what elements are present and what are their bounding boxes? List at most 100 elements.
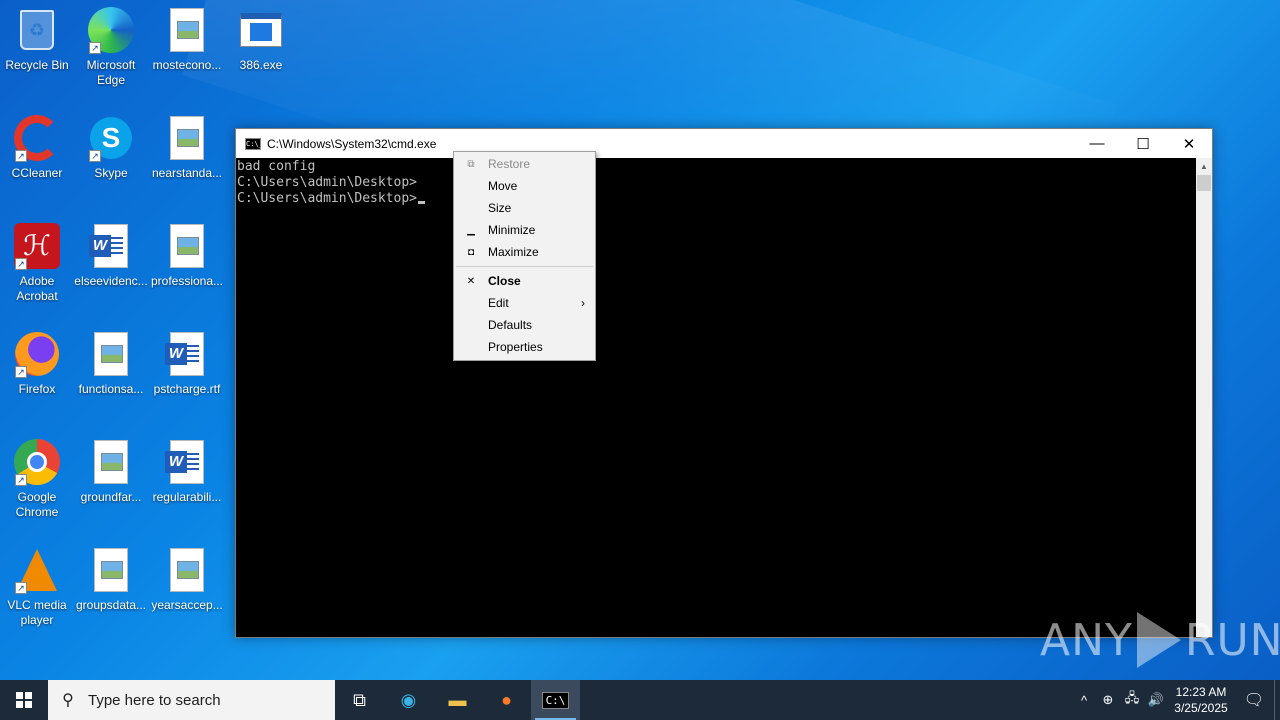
image-file-icon [87, 330, 135, 378]
desktop-icon-label: pstcharge.rtf [153, 382, 221, 396]
desktop-icon[interactable]: mosteconо... [150, 6, 224, 73]
menu-item-edit[interactable]: Edit › [454, 292, 595, 314]
menu-item-close[interactable]: ✕ Close [454, 270, 595, 292]
desktop-icon[interactable]: S ↗ Skype [74, 114, 148, 181]
desktop-icon[interactable]: Welseevidenc... [74, 222, 148, 289]
desktop-icon[interactable]: Wpstcharge.rtf [150, 330, 224, 397]
system-menu: ⧉ Restore Move Size ▁ Minimize ◘ Maximize ✕ Close… [453, 151, 596, 361]
close-button[interactable]: ✕ [1166, 129, 1212, 158]
search-placeholder: Type here to search [88, 691, 221, 709]
desktop-icon-label: Firefox [18, 382, 56, 396]
desktop-icon[interactable]: professiona... [150, 222, 224, 289]
desktop-icon-label: Google Chrome [15, 490, 59, 519]
desktop-icon[interactable]: functionsa... [74, 330, 148, 397]
cmd-window[interactable]: C:\_ C:\Windows\System32\cmd.exe — ☐ ✕ b… [235, 128, 1213, 638]
volume-icon[interactable]: 🔊 [1144, 692, 1168, 708]
cmd-app-icon[interactable]: C:\_ [245, 137, 263, 150]
vlc-icon: ↗ [13, 546, 61, 594]
taskbar-firefox[interactable]: ● [482, 680, 531, 720]
menu-item-label: Edit [488, 296, 509, 310]
taskbar-search[interactable]: ⚲ Type here to search [48, 680, 335, 720]
desktop-icon-label: Microsoft Edge [86, 58, 136, 87]
desktop-icon[interactable]: yearsaccep... [150, 546, 224, 613]
desktop-icon[interactable]: ℋ ↗ Adobe Acrobat [0, 222, 74, 304]
image-file-icon [163, 222, 211, 270]
taskbar: ⚲ Type here to search ⧉ ◉ ▬ ● C:\ ^ ⊕ 🖧 … [0, 680, 1280, 720]
desktop-icon[interactable]: ↗ Google Chrome [0, 438, 74, 520]
console-prompt-line: C:\Users\admin\Desktop> [237, 191, 1197, 207]
desktop-icon[interactable]: groupsdata... [74, 546, 148, 613]
desktop-icon[interactable]: ↗ Firefox [0, 330, 74, 397]
start-button[interactable] [0, 680, 48, 720]
shortcut-arrow-icon: ↗ [15, 582, 27, 594]
tray-app-icon[interactable]: ⊕ [1096, 692, 1120, 708]
desktop-icon-label: Skype [94, 166, 128, 180]
maximize-button[interactable]: ☐ [1120, 129, 1166, 158]
minimize-button[interactable]: — [1074, 129, 1120, 158]
clock[interactable]: 12:23 AM 3/25/2025 [1168, 684, 1234, 716]
shortcut-arrow-icon: ↗ [15, 366, 27, 378]
vertical-scrollbar[interactable]: ▲ [1196, 158, 1212, 637]
maximize-icon: ◘ [467, 246, 475, 258]
show-desktop-button[interactable] [1274, 680, 1280, 720]
image-file-icon [163, 114, 211, 162]
menu-item-label: Defaults [488, 318, 533, 332]
minimize-icon: ▁ [467, 224, 475, 236]
clock-date: 3/25/2025 [1174, 701, 1228, 715]
acrobat-icon: ℋ ↗ [13, 222, 61, 270]
desktop-icon[interactable]: 386.exe [224, 6, 298, 73]
menu-item-minimize[interactable]: ▁ Minimize [454, 219, 595, 241]
menu-item-label: Restore [488, 157, 531, 171]
watermark-text-any: ANY [1040, 614, 1133, 666]
desktop-icon-label: regularabili... [152, 490, 222, 504]
desktop-icon-label: functionsa... [78, 382, 144, 396]
desktop-icon[interactable]: groundfar... [74, 438, 148, 505]
menu-separator [456, 266, 593, 267]
task-view-button[interactable]: ⧉ [335, 680, 384, 720]
menu-item-size[interactable]: Size [454, 197, 595, 219]
desktop-icon-label: nearstanda... [151, 166, 223, 180]
chrome-icon: ↗ [13, 438, 61, 486]
console-output[interactable]: bad config C:\Users\admin\Desktop> C:\User… [236, 158, 1197, 637]
menu-item-label: Minimize [488, 223, 536, 237]
desktop-icon[interactable]: ♻ Recycle Bin [0, 6, 74, 73]
search-icon: ⚲ [62, 692, 74, 709]
desktop-icon-label: groundfar... [80, 490, 142, 504]
menu-item-restore[interactable]: ⧉ Restore [454, 153, 595, 175]
desktop-icon[interactable]: ↗ VLC media player [0, 546, 74, 628]
system-tray: ^ ⊕ 🖧 🔊 12:23 AM 3/25/2025 🗨 [1072, 680, 1280, 720]
taskbar-cmd[interactable]: C:\ [531, 680, 580, 720]
console-line: C:\Users\admin\Desktop> [237, 175, 418, 190]
desktop-icon[interactable]: nearstanda... [150, 114, 224, 181]
scroll-up-arrow-icon[interactable]: ▲ [1196, 158, 1212, 175]
recycle-bin-icon: ♻ [13, 6, 61, 54]
shortcut-arrow-icon: ↗ [89, 150, 101, 162]
menu-item-defaults[interactable]: Defaults [454, 314, 595, 336]
scroll-thumb[interactable] [1197, 175, 1211, 191]
notification-icon[interactable]: 🗨 [1234, 690, 1274, 710]
desktop-icon[interactable]: ↗ Microsoft Edge [74, 6, 148, 88]
menu-item-maximize[interactable]: ◘ Maximize [454, 241, 595, 263]
tray-chevron-icon[interactable]: ^ [1072, 693, 1096, 708]
menu-item-label: Maximize [488, 245, 539, 259]
word-doc-icon: W [163, 330, 211, 378]
desktop-icon[interactable]: ↗ CCleaner [0, 114, 74, 181]
close-icon: ✕ [466, 275, 476, 287]
image-file-icon [163, 6, 211, 54]
desktop-icon[interactable]: Wregularabili... [150, 438, 224, 505]
desktop-icon-label: Adobe Acrobat [16, 274, 58, 303]
skype-icon: S ↗ [87, 114, 135, 162]
menu-item-move[interactable]: Move [454, 175, 595, 197]
image-file-icon [87, 438, 135, 486]
taskbar-file-explorer[interactable]: ▬ [433, 680, 482, 720]
taskbar-edge[interactable]: ◉ [384, 680, 433, 720]
desktop-icon-label: yearsaccep... [151, 598, 223, 612]
text-cursor [418, 201, 426, 204]
console-line: bad config [237, 159, 316, 174]
desktop-icon-label: Recycle Bin [5, 58, 69, 72]
window-title: C:\Windows\System32\cmd.exe [267, 136, 437, 151]
image-file-icon [87, 546, 135, 594]
title-bar[interactable]: C:\_ C:\Windows\System32\cmd.exe — ☐ ✕ [236, 129, 1212, 158]
menu-item-properties[interactable]: Properties [454, 336, 595, 358]
network-icon[interactable]: 🖧 [1120, 689, 1144, 711]
